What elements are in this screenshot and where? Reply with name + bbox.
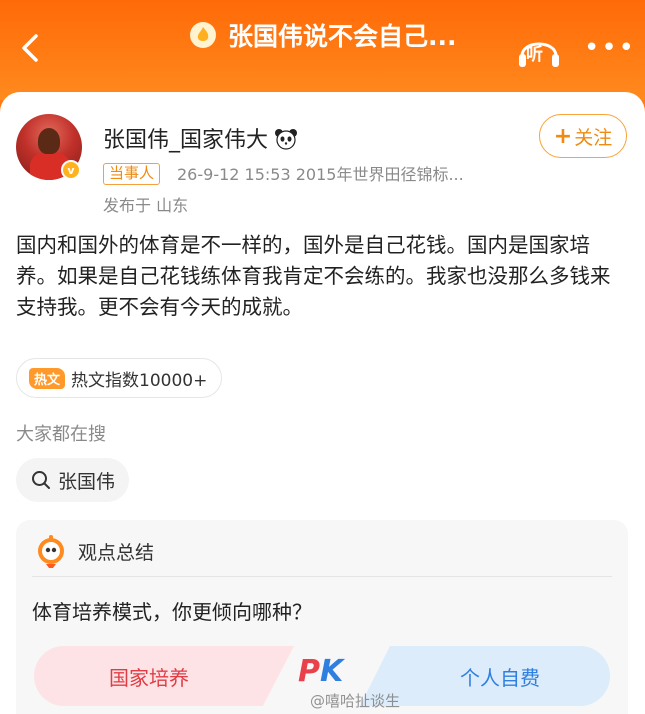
title-text: 张国伟说不会自己... bbox=[228, 22, 457, 51]
summary-title: 观点总结 bbox=[78, 542, 155, 564]
listen-button[interactable]: 听 bbox=[516, 28, 562, 72]
more-icon[interactable]: ••• bbox=[584, 35, 636, 61]
search-section-label: 大家都在搜 bbox=[16, 424, 106, 445]
divider bbox=[32, 576, 612, 577]
top-bar: 张国伟说不会自己... 听 ••• bbox=[0, 0, 645, 100]
post-content: 国内和国外的体育是不一样的，国外是自己花钱。国内是国家培养。如果是自己花钱练体育… bbox=[16, 233, 611, 319]
follow-button[interactable]: + 关注 bbox=[539, 114, 627, 158]
chevron-left-icon bbox=[22, 34, 38, 62]
listen-label: 听 bbox=[526, 45, 543, 65]
back-button[interactable] bbox=[14, 28, 50, 68]
page-title: 张国伟说不会自己... bbox=[190, 18, 457, 52]
verified-badge-icon: v bbox=[61, 160, 81, 180]
hot-index-chip[interactable]: 热文 热文指数10000+ bbox=[16, 358, 223, 398]
panda-icon bbox=[275, 129, 298, 150]
opinion-summary-panel: 观点总结 体育培养模式，你更倾向哪种？ 国家培养 个人自费 PK bbox=[16, 520, 628, 714]
search-icon bbox=[32, 471, 50, 489]
search-suggestion-chip[interactable]: 张国伟 bbox=[16, 458, 130, 502]
hot-badge: 热文 bbox=[29, 367, 66, 389]
topic-icon bbox=[190, 22, 216, 48]
username[interactable]: 张国伟_国家伟大 bbox=[103, 122, 298, 154]
robot-mascot-icon bbox=[38, 535, 64, 568]
pk-logo: PK bbox=[298, 654, 344, 689]
post-location: 发布于 山东 bbox=[103, 196, 189, 215]
post-meta: 26-9-12 15:53 2015年世界田径锦标... bbox=[177, 165, 464, 184]
post-card: v 张国伟_国家伟大 + 关注 当事人 26-9-12 15:53 2015年世… bbox=[0, 92, 645, 714]
poll-question: 体育培养模式，你更倾向哪种？ bbox=[32, 600, 312, 624]
plus-icon: + bbox=[553, 123, 573, 149]
vote-option-national[interactable]: 国家培养 bbox=[34, 646, 294, 706]
watermark: @嘻哈扯谈生 bbox=[310, 692, 401, 710]
role-tag: 当事人 bbox=[103, 163, 161, 185]
hot-index-text: 热文指数10000+ bbox=[71, 370, 208, 391]
